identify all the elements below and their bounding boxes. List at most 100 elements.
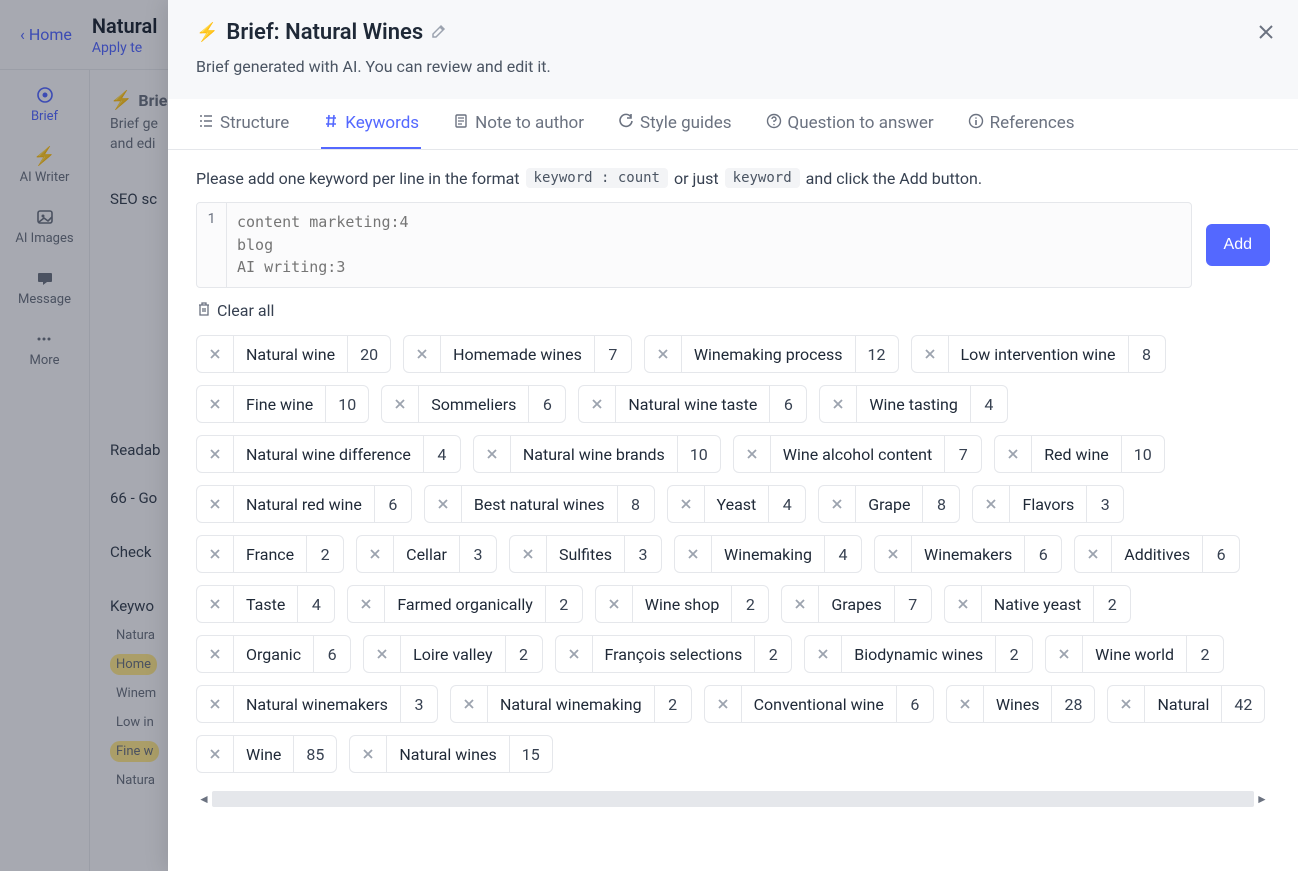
- remove-keyword-icon[interactable]: [404, 336, 441, 372]
- remove-keyword-icon[interactable]: [912, 336, 949, 372]
- keyword-count[interactable]: 3: [625, 536, 661, 572]
- edit-icon[interactable]: [431, 23, 447, 43]
- remove-keyword-icon[interactable]: [820, 386, 857, 422]
- keyword-label[interactable]: Native yeast: [982, 586, 1095, 622]
- remove-keyword-icon[interactable]: [1075, 536, 1112, 572]
- keyword-count[interactable]: 4: [769, 486, 805, 522]
- keyword-label[interactable]: Fine wine: [234, 386, 326, 422]
- keyword-count[interactable]: 20: [348, 336, 390, 372]
- keyword-count[interactable]: 2: [1094, 586, 1130, 622]
- scroll-right-icon[interactable]: ►: [1254, 792, 1270, 806]
- keyword-label[interactable]: Sommeliers: [419, 386, 529, 422]
- remove-keyword-icon[interactable]: [973, 486, 1010, 522]
- add-button[interactable]: Add: [1206, 224, 1270, 266]
- tab-refs[interactable]: References: [966, 99, 1077, 149]
- remove-keyword-icon[interactable]: [875, 536, 912, 572]
- remove-keyword-icon[interactable]: [425, 486, 462, 522]
- keyword-count[interactable]: 42: [1222, 686, 1264, 722]
- keyword-label[interactable]: Winemakers: [912, 536, 1025, 572]
- keyword-label[interactable]: Flavors: [1010, 486, 1087, 522]
- remove-keyword-icon[interactable]: [734, 436, 771, 472]
- keyword-label[interactable]: Homemade wines: [441, 336, 595, 372]
- keyword-label[interactable]: Wine world: [1083, 636, 1187, 672]
- keyword-label[interactable]: Sulfites: [547, 536, 625, 572]
- keyword-editor[interactable]: 1: [196, 202, 1192, 288]
- keyword-label[interactable]: Red wine: [1032, 436, 1122, 472]
- keyword-label[interactable]: Yeast: [705, 486, 770, 522]
- keyword-label[interactable]: Organic: [234, 636, 314, 672]
- keyword-label[interactable]: Wine: [234, 736, 294, 772]
- keyword-count[interactable]: 3: [460, 536, 496, 572]
- keyword-label[interactable]: Natural red wine: [234, 486, 375, 522]
- keyword-count[interactable]: 8: [1129, 336, 1165, 372]
- keyword-count[interactable]: 4: [971, 386, 1007, 422]
- tab-keywords[interactable]: Keywords: [321, 99, 421, 149]
- keyword-count[interactable]: 2: [506, 636, 542, 672]
- keyword-count[interactable]: 2: [732, 586, 768, 622]
- keyword-label[interactable]: Natural wine brands: [511, 436, 678, 472]
- keyword-label[interactable]: Natural wine: [234, 336, 348, 372]
- remove-keyword-icon[interactable]: [782, 586, 819, 622]
- close-icon[interactable]: [1256, 22, 1276, 48]
- keyword-label[interactable]: François selections: [593, 636, 756, 672]
- keyword-label[interactable]: Grapes: [819, 586, 894, 622]
- keyword-label[interactable]: France: [234, 536, 307, 572]
- keyword-count[interactable]: 4: [298, 586, 334, 622]
- keyword-label[interactable]: Natural wines: [387, 736, 509, 772]
- keyword-label[interactable]: Low intervention wine: [949, 336, 1129, 372]
- remove-keyword-icon[interactable]: [668, 486, 705, 522]
- keyword-count[interactable]: 8: [923, 486, 959, 522]
- keyword-label[interactable]: Cellar: [394, 536, 460, 572]
- keyword-count[interactable]: 2: [655, 686, 691, 722]
- keyword-textarea[interactable]: [227, 203, 1191, 287]
- keyword-label[interactable]: Taste: [234, 586, 298, 622]
- keyword-count[interactable]: 15: [510, 736, 552, 772]
- remove-keyword-icon[interactable]: [197, 436, 234, 472]
- remove-keyword-icon[interactable]: [197, 486, 234, 522]
- keyword-label[interactable]: Biodynamic wines: [842, 636, 996, 672]
- keyword-label[interactable]: Wine shop: [633, 586, 733, 622]
- keyword-label[interactable]: Loire valley: [401, 636, 505, 672]
- remove-keyword-icon[interactable]: [947, 686, 984, 722]
- remove-keyword-icon[interactable]: [350, 736, 387, 772]
- keyword-count[interactable]: 6: [1025, 536, 1061, 572]
- remove-keyword-icon[interactable]: [451, 686, 488, 722]
- remove-keyword-icon[interactable]: [197, 586, 234, 622]
- keyword-label[interactable]: Additives: [1112, 536, 1203, 572]
- keyword-label[interactable]: Grape: [856, 486, 923, 522]
- remove-keyword-icon[interactable]: [579, 386, 616, 422]
- keyword-count[interactable]: 6: [314, 636, 350, 672]
- remove-keyword-icon[interactable]: [197, 386, 234, 422]
- keyword-count[interactable]: 2: [546, 586, 582, 622]
- keyword-count[interactable]: 3: [401, 686, 437, 722]
- tab-structure[interactable]: Structure: [196, 99, 291, 149]
- keyword-count[interactable]: 2: [996, 636, 1032, 672]
- tab-note[interactable]: Note to author: [451, 99, 586, 149]
- remove-keyword-icon[interactable]: [645, 336, 682, 372]
- keyword-count[interactable]: 6: [897, 686, 933, 722]
- remove-keyword-icon[interactable]: [675, 536, 712, 572]
- remove-keyword-icon[interactable]: [382, 386, 419, 422]
- remove-keyword-icon[interactable]: [510, 536, 547, 572]
- keyword-count[interactable]: 12: [856, 336, 898, 372]
- remove-keyword-icon[interactable]: [995, 436, 1032, 472]
- keyword-label[interactable]: Farmed organically: [385, 586, 545, 622]
- keyword-label[interactable]: Winemaking: [712, 536, 825, 572]
- remove-keyword-icon[interactable]: [556, 636, 593, 672]
- keyword-count[interactable]: 2: [307, 536, 343, 572]
- remove-keyword-icon[interactable]: [357, 536, 394, 572]
- remove-keyword-icon[interactable]: [819, 486, 856, 522]
- remove-keyword-icon[interactable]: [705, 686, 742, 722]
- scroll-track[interactable]: [212, 791, 1254, 807]
- remove-keyword-icon[interactable]: [1046, 636, 1083, 672]
- keyword-count[interactable]: 7: [895, 586, 931, 622]
- keyword-label[interactable]: Conventional wine: [742, 686, 897, 722]
- keyword-label[interactable]: Natural wine taste: [616, 386, 770, 422]
- remove-keyword-icon[interactable]: [474, 436, 511, 472]
- keyword-label[interactable]: Wines: [984, 686, 1053, 722]
- keyword-label[interactable]: Wine tasting: [857, 386, 971, 422]
- keyword-label[interactable]: Natural: [1145, 686, 1222, 722]
- remove-keyword-icon[interactable]: [596, 586, 633, 622]
- keyword-count[interactable]: 6: [529, 386, 565, 422]
- remove-keyword-icon[interactable]: [197, 336, 234, 372]
